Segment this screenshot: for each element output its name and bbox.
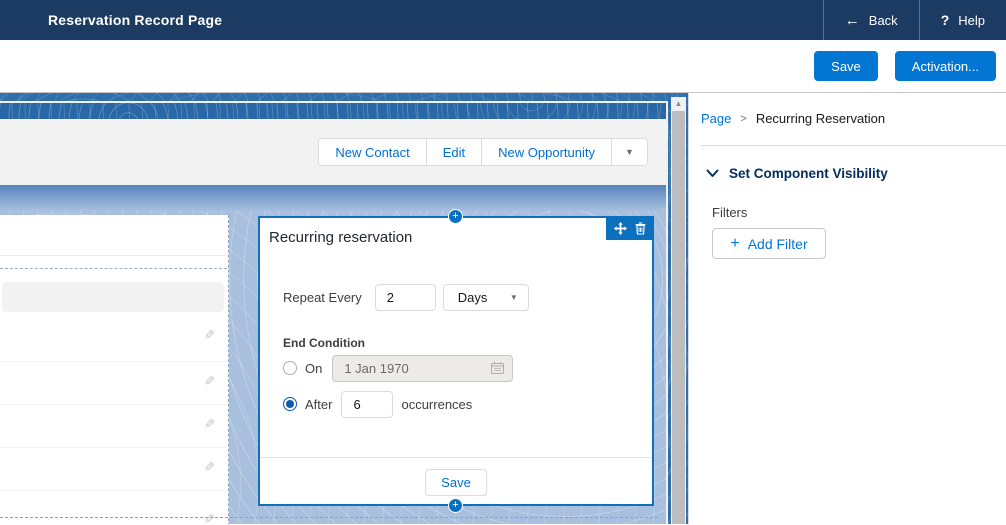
record-field-row: ✎: [0, 491, 227, 524]
record-field-row: ✎: [0, 405, 227, 448]
insert-component-above-button[interactable]: +: [448, 209, 463, 224]
builder-toolbar: Save Activation...: [0, 40, 1006, 93]
page-title: Reservation Record Page: [48, 12, 222, 28]
end-after-row: After occurrences: [283, 390, 472, 418]
edit-pencil-icon[interactable]: ✎: [204, 417, 215, 433]
left-component-divider: [0, 255, 227, 256]
help-button[interactable]: ? Help: [919, 0, 1006, 40]
component-action-bar: [606, 216, 654, 240]
scrollbar-thumb[interactable]: [672, 111, 685, 524]
end-date-value: 1 Jan 1970: [344, 361, 408, 376]
component-save-button[interactable]: Save: [425, 469, 487, 496]
region-bottom-dashed-border: [0, 517, 658, 518]
scrollbar-up-icon[interactable]: ▲: [671, 97, 686, 111]
template-band: [0, 185, 666, 211]
frequency-select[interactable]: Days ▼: [443, 284, 529, 311]
recurring-reservation-component[interactable]: + + Recurring reservation Repeat Every: [258, 216, 654, 506]
breadcrumb-current: Recurring Reservation: [756, 111, 885, 126]
builder-main: New Contact Edit New Opportunity ▼ ✎ ✎: [0, 93, 1006, 524]
end-condition-label: End Condition: [283, 336, 365, 350]
breadcrumb-page-link[interactable]: Page: [701, 111, 731, 126]
edit-button[interactable]: Edit: [426, 139, 481, 165]
occurrences-label: occurrences: [401, 397, 472, 412]
builder-header: Reservation Record Page ← Back ? Help: [0, 0, 1006, 40]
edit-pencil-icon[interactable]: ✎: [204, 327, 215, 343]
activation-button[interactable]: Activation...: [895, 51, 996, 81]
edit-pencil-icon[interactable]: ✎: [204, 374, 215, 390]
canvas-scrollbar[interactable]: ▲: [671, 97, 686, 524]
end-on-row: On 1 Jan 1970: [283, 354, 513, 382]
plus-icon: +: [730, 236, 739, 252]
frequency-value: Days: [458, 290, 488, 305]
back-button[interactable]: ← Back: [823, 0, 919, 40]
record-field-row: ✎: [0, 312, 227, 362]
breadcrumb: Page > Recurring Reservation: [701, 111, 1006, 126]
repeat-every-row: Repeat Every Days ▼: [283, 283, 529, 311]
plus-icon: +: [452, 499, 458, 511]
chevron-down-icon: [706, 169, 719, 178]
help-label: Help: [958, 13, 985, 28]
new-opportunity-button[interactable]: New Opportunity: [481, 139, 611, 165]
plus-icon: +: [452, 210, 458, 222]
occurrences-input[interactable]: [341, 391, 393, 418]
record-detail-tabbar[interactable]: [2, 282, 224, 312]
highlights-panel-region[interactable]: New Contact Edit New Opportunity ▼: [0, 119, 666, 185]
calendar-icon: [491, 362, 504, 374]
add-filter-label: Add Filter: [748, 236, 808, 252]
move-icon: [614, 222, 627, 235]
properties-panel: Page > Recurring Reservation Set Compone…: [688, 93, 1006, 524]
breadcrumb-separator: >: [740, 113, 746, 125]
edit-pencil-icon[interactable]: ✎: [204, 460, 215, 476]
record-field-row: ✎: [0, 448, 227, 491]
end-after-radio[interactable]: [283, 397, 297, 411]
question-mark-icon: ?: [941, 13, 950, 27]
panel-divider: [701, 145, 1006, 146]
filters-label: Filters: [712, 205, 1006, 220]
repeat-every-label: Repeat Every: [283, 290, 362, 305]
trash-icon: [635, 222, 646, 235]
move-component-handle[interactable]: [614, 222, 627, 235]
end-on-radio[interactable]: [283, 361, 297, 375]
repeat-every-input[interactable]: [375, 284, 436, 311]
component-footer-divider: [260, 457, 652, 458]
end-after-label: After: [305, 397, 332, 412]
end-date-input[interactable]: 1 Jan 1970: [332, 355, 513, 382]
delete-component-button[interactable]: [635, 222, 646, 235]
chevron-down-icon: ▼: [510, 293, 518, 302]
add-filter-button[interactable]: + Add Filter: [712, 228, 826, 259]
visibility-section-title: Set Component Visibility: [729, 166, 888, 181]
component-title: Recurring reservation: [269, 229, 412, 246]
left-column-region[interactable]: ✎ ✎ ✎ ✎ ✎: [0, 215, 229, 524]
visibility-section-toggle[interactable]: Set Component Visibility: [706, 166, 1006, 181]
arrow-left-icon: ←: [845, 13, 860, 28]
end-on-label: On: [305, 361, 322, 376]
chevron-down-icon: ▼: [625, 147, 634, 157]
more-actions-dropdown[interactable]: ▼: [611, 139, 647, 165]
record-detail-fields: ✎ ✎ ✎ ✎ ✎: [0, 312, 227, 524]
save-button[interactable]: Save: [814, 51, 878, 81]
record-field-row: ✎: [0, 362, 227, 405]
page-preview-frame: New Contact Edit New Opportunity ▼ ✎ ✎: [0, 101, 668, 524]
frame-top-strip: [0, 103, 666, 119]
region-dashed-divider: [0, 268, 227, 269]
builder-canvas: New Contact Edit New Opportunity ▼ ✎ ✎: [0, 93, 688, 524]
back-label: Back: [869, 13, 898, 28]
record-action-group: New Contact Edit New Opportunity ▼: [318, 138, 648, 166]
new-contact-button[interactable]: New Contact: [319, 139, 425, 165]
template-regions: ✎ ✎ ✎ ✎ ✎ + +: [0, 211, 666, 524]
insert-component-below-button[interactable]: +: [448, 498, 463, 513]
